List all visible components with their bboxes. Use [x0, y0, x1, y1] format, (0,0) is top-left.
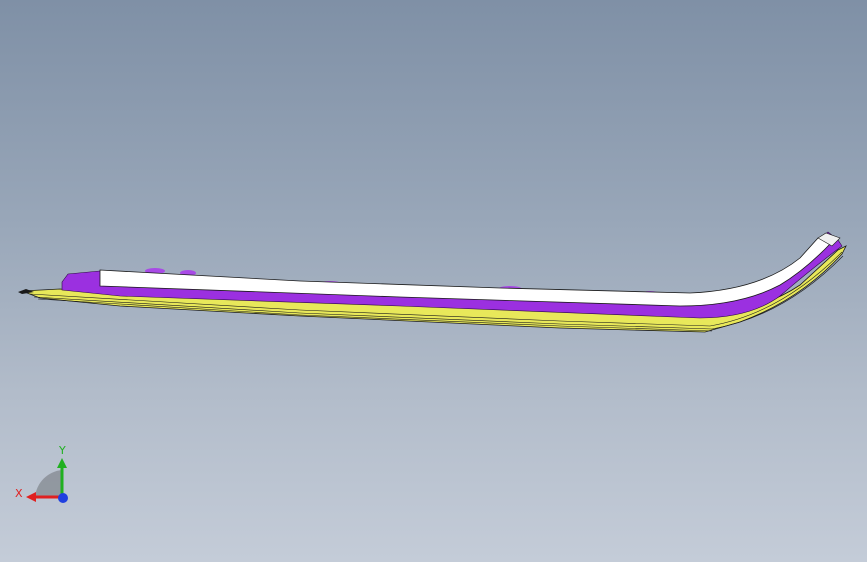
z-axis-dot	[58, 493, 68, 503]
y-axis-label: Y	[58, 444, 66, 457]
axis-triad[interactable]: Y X	[0, 0, 867, 562]
x-axis-label: X	[15, 487, 23, 500]
triad-plane-shading	[35, 470, 62, 497]
graphics-viewport[interactable]: Y X	[0, 0, 867, 562]
y-axis-arrowhead	[57, 458, 67, 468]
x-axis-arrowhead	[26, 492, 36, 502]
